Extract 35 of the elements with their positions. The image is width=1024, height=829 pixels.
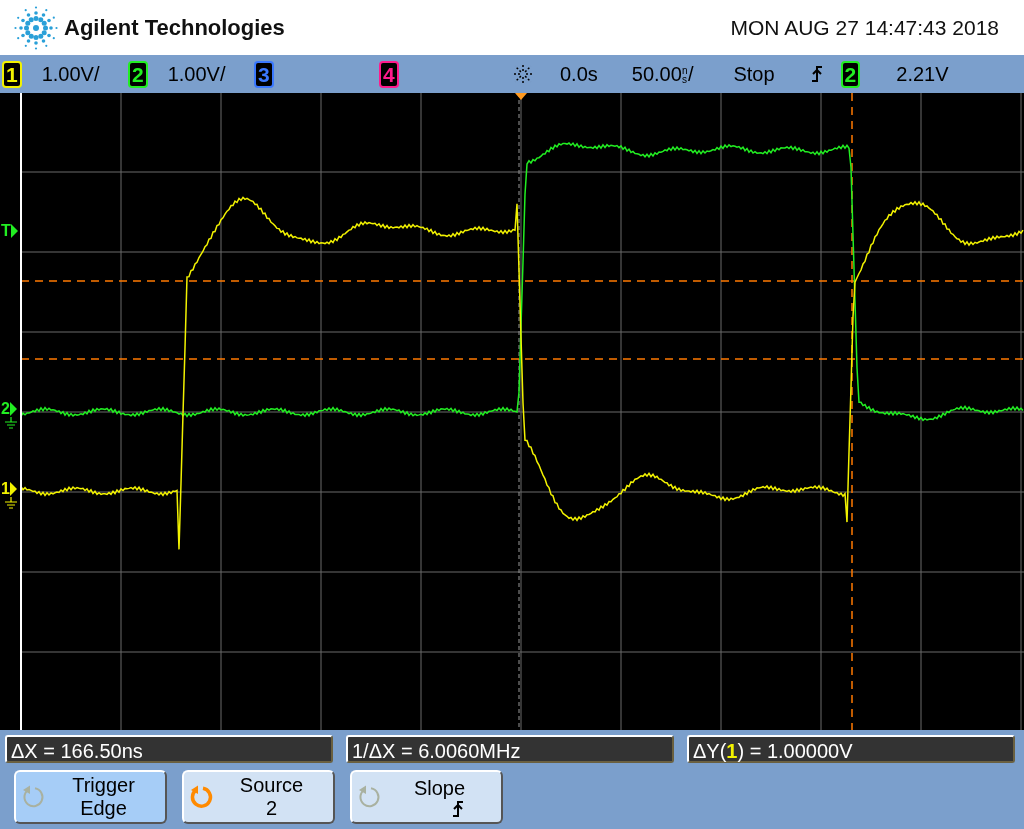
rotate-arrow-icon (188, 784, 214, 810)
marker-arrow-icon[interactable] (10, 224, 18, 238)
softkey-button[interactable]: Trigger Edge (14, 770, 167, 824)
readout-label: ΔY( (693, 740, 727, 762)
channel-badge[interactable]: 1 (2, 60, 22, 88)
rotate-arrow-icon (20, 784, 46, 810)
ground-icon (3, 497, 19, 509)
rising-edge-icon (810, 65, 823, 83)
marker-arrow-icon[interactable] (9, 482, 17, 496)
brand-name: Agilent Technologies (64, 14, 285, 41)
readout-value: ) = 1.00000V (737, 740, 853, 762)
softkey-button[interactable]: Slope (350, 770, 503, 824)
measurement-readout: 1/ΔX = 6.0060MHz (346, 735, 674, 763)
run-state: Stop (733, 62, 775, 86)
channel-scale: 1.00V/ (41, 62, 100, 86)
channel-number: 1 (726, 740, 738, 762)
softkey-button[interactable]: Source 2 (182, 770, 335, 824)
marker-arrow-icon[interactable] (9, 402, 17, 416)
measurement-readout: ΔX = 166.50ns (5, 735, 333, 763)
rotate-arrow-icon (356, 784, 382, 810)
channel-ground-label: 1 (1, 481, 10, 497)
channel-badge[interactable]: 2 (128, 60, 148, 88)
rising-edge-icon (451, 799, 464, 818)
starburst-logo-icon (14, 5, 58, 50)
trigger-level-label: T (1, 223, 11, 239)
trigger-source-badge[interactable]: 2 (840, 60, 861, 88)
channel-scale: 1.00V/ (167, 62, 226, 86)
trigger-level: 2.21V (896, 62, 949, 86)
time-delay: 0.0s (560, 62, 598, 86)
ground-icon (3, 417, 19, 429)
channel-badge[interactable]: 3 (254, 60, 274, 88)
channel-ground-label: 2 (1, 401, 10, 417)
cursor-line[interactable] (851, 93, 853, 730)
channel-badge[interactable]: 4 (379, 60, 399, 88)
date-time: MON AUG 27 14:47:43 2018 (730, 15, 999, 40)
